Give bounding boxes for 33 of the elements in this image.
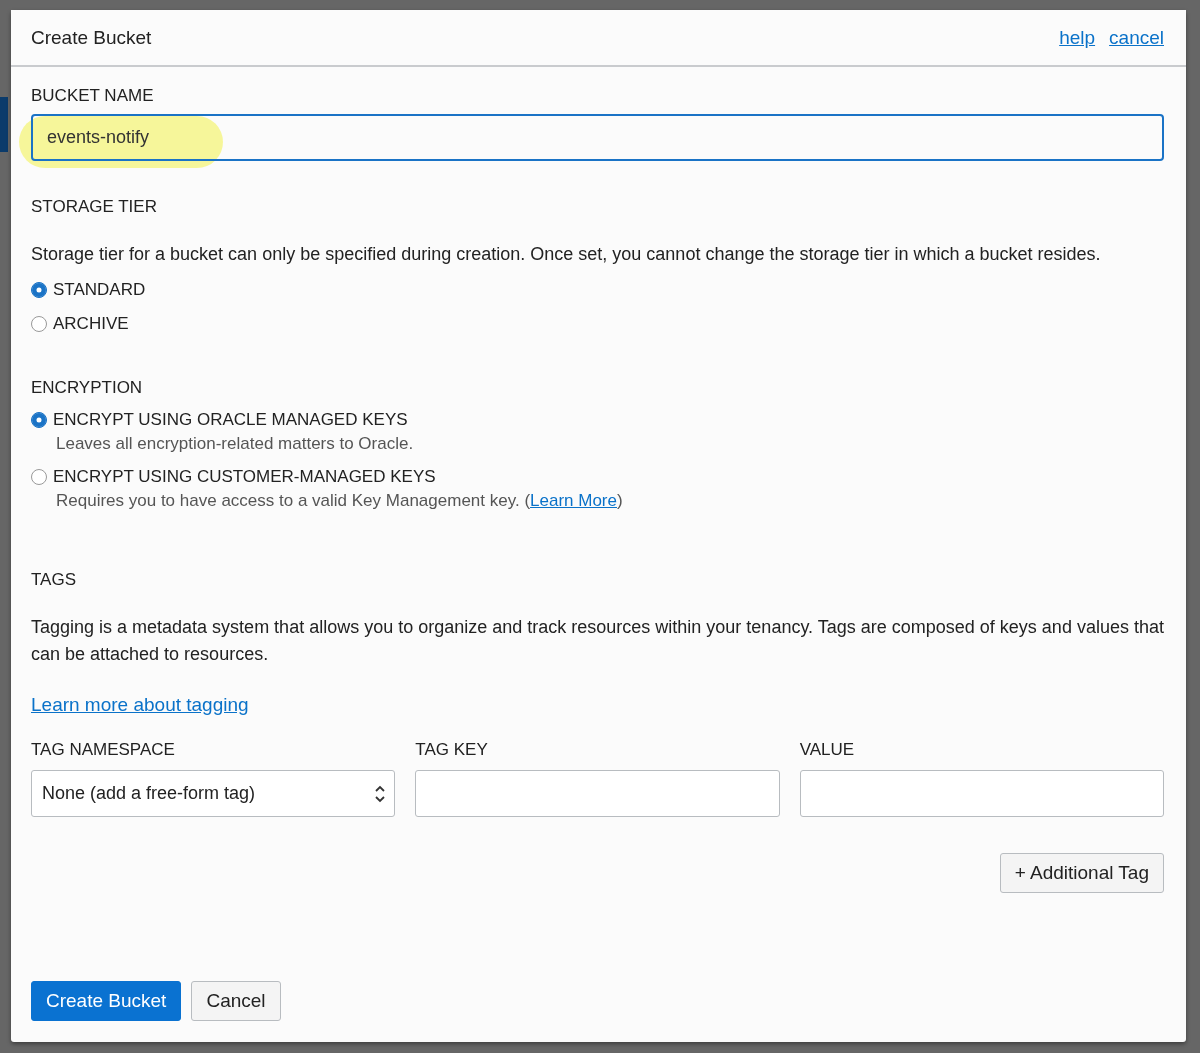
option-description: Requires you to have access to a valid Key Management key. (Learn More) [56, 490, 624, 512]
radio-button[interactable] [31, 469, 47, 485]
radio-label: ARCHIVE [53, 314, 129, 334]
option-description: Leaves all encryption-related matters to Oracle. [56, 433, 415, 455]
cancel-button[interactable]: Cancel [191, 981, 281, 1021]
storage-tier-description: Storage tier for a bucket can only be specified during creation. Once set, you cannot change the storage tier in which a bucket resides. [31, 243, 1102, 266]
dialog-title: Create Bucket [31, 26, 152, 49]
create-button[interactable]: Create Bucket [31, 981, 182, 1021]
radio-label: ENCRYPT USING ORACLE MANAGED KEYS [53, 410, 408, 430]
column-label: TAG NAMESPACE [31, 740, 176, 760]
updown-icon [374, 783, 387, 804]
field-label: BUCKET NAME [31, 86, 155, 106]
bucket-name-field[interactable]: events-notify [31, 114, 1164, 161]
tagging-link[interactable]: Learn more about tagging [31, 694, 249, 716]
column-label: TAG KEY [415, 740, 489, 760]
additional-tag-button[interactable]: + Additional Tag [999, 853, 1164, 893]
radio-label: STANDARD [53, 280, 146, 300]
background-bar [0, 97, 8, 152]
header-link[interactable]: cancel [1109, 26, 1164, 49]
section-label: TAGS [31, 570, 78, 590]
radio-button[interactable] [31, 316, 47, 332]
column-label: VALUE [799, 740, 856, 760]
radio-label: ENCRYPT USING CUSTOMER-MANAGED KEYS [53, 467, 436, 487]
namespace-select[interactable]: None (add a free-form tag) [31, 770, 396, 817]
text-field[interactable] [799, 770, 1164, 817]
radio-button[interactable] [31, 282, 47, 298]
tags-description: Tagging is a metadata system that allows you to organize and track resources within your tenancy. Tags are composed of keys and values that can be attached to resources. [31, 616, 1164, 666]
section-label: STORAGE TIER [31, 197, 158, 217]
radio-button[interactable] [31, 412, 47, 428]
header-link[interactable]: help [1059, 26, 1096, 49]
learn-more-link[interactable]: Learn More [530, 491, 617, 510]
text-field[interactable] [415, 770, 780, 817]
section-label: ENCRYPTION [31, 378, 144, 398]
